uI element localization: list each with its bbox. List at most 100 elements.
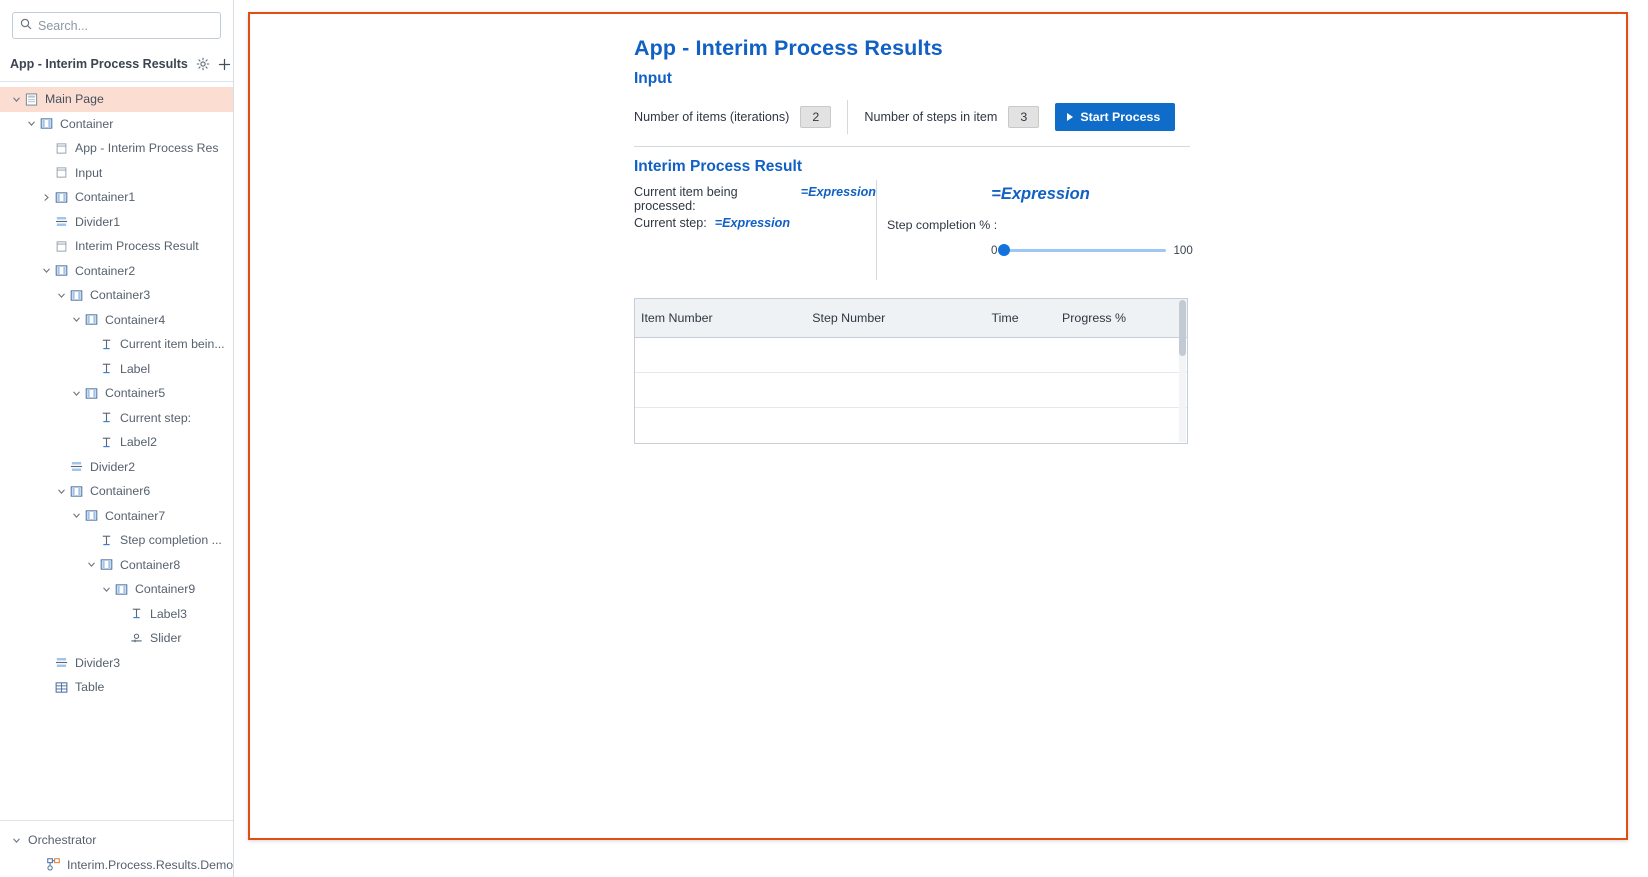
tree-item-label: Table xyxy=(75,680,104,694)
table-cell xyxy=(635,373,806,408)
tree-item-container7[interactable]: Container7 xyxy=(0,504,233,529)
chevron-down-icon[interactable] xyxy=(40,266,53,275)
tree-item-label3[interactable]: Label3 xyxy=(0,602,233,627)
start-process-button[interactable]: Start Process xyxy=(1055,103,1175,131)
tree-item-container4[interactable]: Container4 xyxy=(0,308,233,333)
tree-item-main-page[interactable]: Main Page xyxy=(0,87,233,112)
slider-thumb[interactable] xyxy=(998,244,1010,256)
component-tree: Main PageContainerApp - Interim Process … xyxy=(0,82,233,814)
result-body: Current item being processed: =Expressio… xyxy=(634,180,1194,280)
search-box[interactable] xyxy=(12,12,221,39)
label-box-icon xyxy=(53,142,70,155)
column-header-time[interactable]: Time xyxy=(986,299,1057,338)
tree-item-current-item-bein[interactable]: Current item bein... xyxy=(0,332,233,357)
plus-icon[interactable] xyxy=(218,58,231,71)
tree-item-label: Container6 xyxy=(90,484,150,498)
chevron-down-icon[interactable] xyxy=(70,315,83,324)
tree-item-container8[interactable]: Container8 xyxy=(0,553,233,578)
chevron-down-icon[interactable] xyxy=(10,836,23,845)
tree-item-step-completion[interactable]: Step completion ... xyxy=(0,528,233,553)
chevron-down-icon[interactable] xyxy=(85,560,98,569)
page-icon xyxy=(23,93,40,106)
tree-item-label: Interim Process Result xyxy=(75,239,199,253)
tree-item-container[interactable]: Container xyxy=(0,112,233,137)
tree-item-label: Label2 xyxy=(120,435,157,449)
search-section xyxy=(0,0,233,39)
chevron-down-icon[interactable] xyxy=(70,389,83,398)
table-cell xyxy=(635,338,806,373)
column-header-item-number[interactable]: Item Number xyxy=(635,299,806,338)
table-cell xyxy=(986,373,1057,408)
column-header-step-number[interactable]: Step Number xyxy=(806,299,985,338)
tree-item-container3[interactable]: Container3 xyxy=(0,283,233,308)
chevron-right-icon[interactable] xyxy=(40,193,53,202)
tree-item-container6[interactable]: Container6 xyxy=(0,479,233,504)
canvas-area: App - Interim Process Results Input Numb… xyxy=(234,0,1648,877)
tree-item-label: Slider xyxy=(150,631,181,645)
slider-icon xyxy=(128,632,145,645)
table-scrollbar-thumb[interactable] xyxy=(1179,300,1186,356)
chevron-down-icon[interactable] xyxy=(55,487,68,496)
tree-item-divider2[interactable]: Divider2 xyxy=(0,455,233,480)
tree-item-table[interactable]: Table xyxy=(0,675,233,700)
table-cell xyxy=(986,338,1057,373)
table-cell xyxy=(1056,408,1187,443)
tree-item-container2[interactable]: Container2 xyxy=(0,259,233,284)
container-icon xyxy=(83,509,100,522)
items-input[interactable]: 2 xyxy=(800,106,831,128)
container-icon xyxy=(83,313,100,326)
search-input[interactable] xyxy=(38,19,213,33)
search-icon xyxy=(20,17,32,35)
tree-item-interim-process-result[interactable]: Interim Process Result xyxy=(0,234,233,259)
tree-item-divider3[interactable]: Divider3 xyxy=(0,651,233,676)
chevron-down-icon[interactable] xyxy=(55,291,68,300)
tree-item-label2[interactable]: Label2 xyxy=(0,430,233,455)
app-content: App - Interim Process Results Input Numb… xyxy=(634,36,1194,444)
divider-icon xyxy=(53,656,70,669)
gear-icon[interactable] xyxy=(196,57,210,71)
orchestrator-root[interactable]: Orchestrator xyxy=(0,828,233,853)
result-section-title: Interim Process Result xyxy=(634,158,1194,176)
orchestrator-label: Orchestrator xyxy=(28,833,96,847)
tree-item-slider[interactable]: Slider xyxy=(0,626,233,651)
text-icon xyxy=(98,362,115,375)
container-icon xyxy=(68,485,85,498)
table-cell xyxy=(806,338,985,373)
tree-item-container1[interactable]: Container1 xyxy=(0,185,233,210)
table-row[interactable] xyxy=(635,408,1187,443)
results-table[interactable]: Item Number Step Number Time Progress % xyxy=(634,298,1188,444)
slider-track[interactable] xyxy=(998,249,1166,252)
orchestrator-process-label: Interim.Process.Results.Demo... xyxy=(67,858,243,872)
chevron-down-icon[interactable] xyxy=(25,119,38,128)
table-icon xyxy=(53,681,70,694)
app-preview-frame[interactable]: App - Interim Process Results Input Numb… xyxy=(248,12,1628,840)
container-icon xyxy=(113,583,130,596)
tree-item-label: Container5 xyxy=(105,386,165,400)
table-row[interactable] xyxy=(635,373,1187,408)
tree-item-container9[interactable]: Container9 xyxy=(0,577,233,602)
current-item-label: Current item being processed: xyxy=(634,185,793,213)
container-icon xyxy=(53,191,70,204)
steps-input[interactable]: 3 xyxy=(1008,106,1039,128)
table-scrollbar[interactable] xyxy=(1179,300,1186,442)
text-icon xyxy=(128,607,145,620)
container-icon xyxy=(53,264,70,277)
tree-item-label: Current item bein... xyxy=(120,337,225,351)
table-row[interactable] xyxy=(635,338,1187,373)
tree-item-divider1[interactable]: Divider1 xyxy=(0,210,233,235)
column-header-progress[interactable]: Progress % xyxy=(1056,299,1187,338)
tree-item-container5[interactable]: Container5 xyxy=(0,381,233,406)
text-icon xyxy=(98,436,115,449)
chevron-down-icon[interactable] xyxy=(100,585,113,594)
chevron-down-icon[interactable] xyxy=(70,511,83,520)
tree-item-current-step[interactable]: Current step: xyxy=(0,406,233,431)
tree-item-input[interactable]: Input xyxy=(0,161,233,186)
tree-item-app-interim-process-res[interactable]: App - Interim Process Res xyxy=(0,136,233,161)
chevron-down-icon[interactable] xyxy=(10,95,23,104)
orchestrator-process-item[interactable]: Interim.Process.Results.Demo... xyxy=(0,853,233,877)
tree-item-label[interactable]: Label xyxy=(0,357,233,382)
table-cell xyxy=(986,408,1057,443)
divider1 xyxy=(634,146,1190,147)
slider[interactable] xyxy=(998,243,1166,257)
slider-label: Step completion % : xyxy=(887,218,1194,232)
